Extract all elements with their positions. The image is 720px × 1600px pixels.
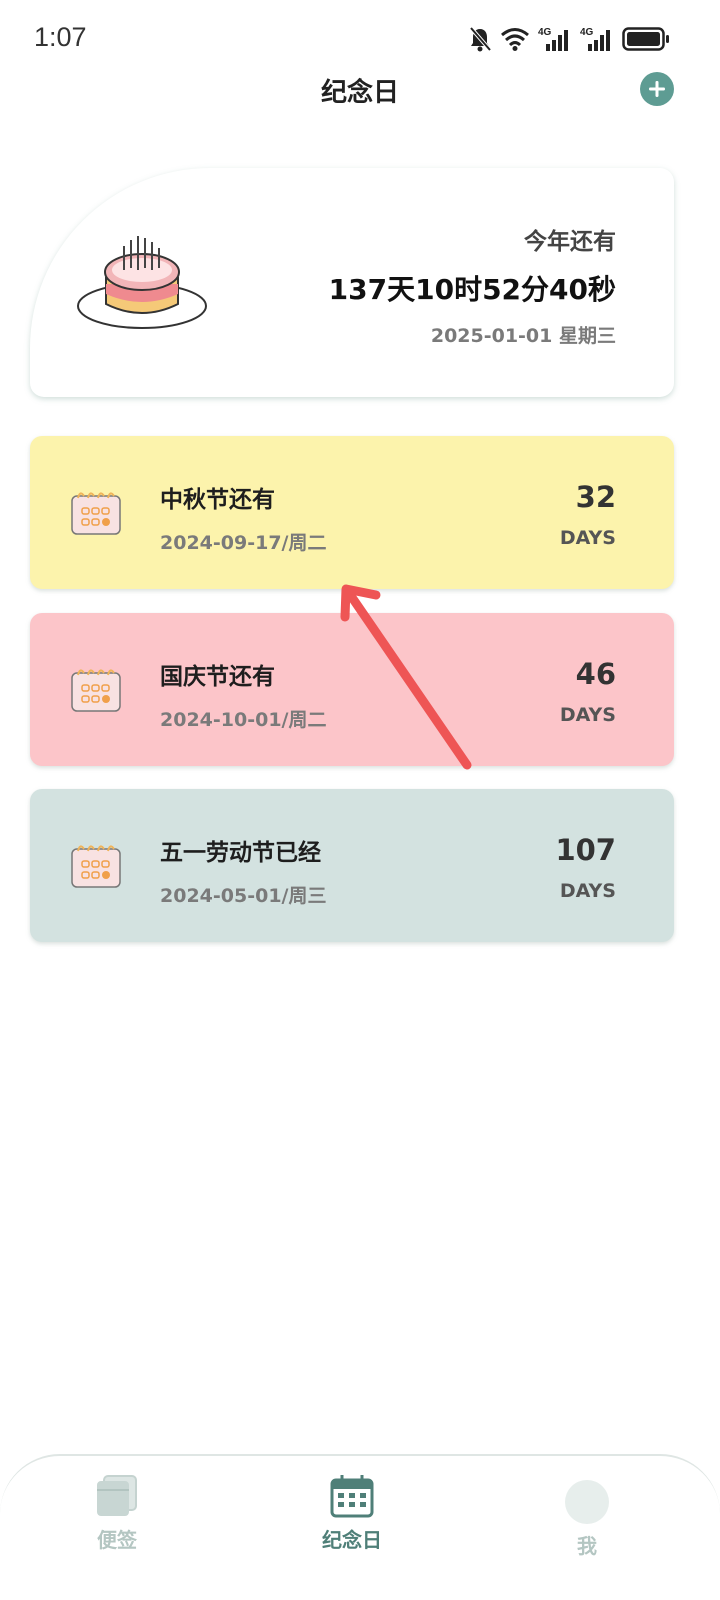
signal-4g-icon: 4G	[580, 26, 614, 52]
event-days-unit: DAYS	[559, 880, 616, 902]
birthday-cake-icon	[74, 230, 214, 344]
event-date: 2024-09-17/周二	[160, 532, 327, 554]
tab-notes[interactable]: 便签	[57, 1474, 177, 1553]
avatar-icon	[565, 1480, 609, 1524]
plus-circle-icon	[649, 81, 665, 97]
signal-4g-icon: 4G	[538, 26, 572, 52]
annotation-arrow-icon	[340, 584, 472, 770]
svg-text:4G: 4G	[538, 27, 552, 38]
status-bar: 1:07 4G 4G	[0, 0, 720, 72]
year-countdown-card[interactable]: 今年还有 137天10时52分40秒 2025-01-01 星期三	[30, 168, 674, 397]
svg-text:4G: 4G	[580, 27, 594, 38]
status-time: 1:07	[34, 22, 87, 52]
event-title: 国庆节还有	[160, 664, 275, 690]
event-days: 32	[575, 480, 616, 514]
add-button[interactable]	[640, 72, 674, 106]
event-card-labor-day[interactable]: 五一劳动节已经 2024-05-01/周三 107 DAYS	[30, 789, 674, 942]
tab-label: 便签	[97, 1528, 137, 1552]
event-card-mid-autumn[interactable]: 中秋节还有 2024-09-17/周二 32 DAYS	[30, 436, 674, 589]
event-days: 46	[575, 657, 616, 691]
event-title: 五一劳动节已经	[160, 840, 321, 866]
calendar-icon	[70, 841, 122, 895]
event-title: 中秋节还有	[160, 487, 275, 513]
wifi-icon	[500, 27, 530, 51]
status-icons: 4G 4G	[468, 24, 670, 54]
tab-me[interactable]: 我	[527, 1474, 647, 1559]
hero-date: 2025-01-01 星期三	[430, 325, 616, 347]
bell-muted-icon	[468, 26, 492, 52]
page-title: 纪念日	[320, 78, 399, 108]
event-days: 107	[555, 833, 616, 867]
event-date: 2024-10-01/周二	[160, 709, 327, 731]
event-days-unit: DAYS	[559, 704, 616, 726]
tab-label: 纪念日	[322, 1528, 382, 1552]
battery-icon	[622, 26, 670, 52]
calendar-grid-icon	[330, 1475, 374, 1518]
tab-label: 我	[577, 1534, 597, 1558]
notes-icon	[97, 1475, 137, 1516]
event-days-unit: DAYS	[559, 527, 616, 549]
calendar-icon	[70, 488, 122, 542]
calendar-icon	[70, 665, 122, 719]
event-date: 2024-05-01/周三	[160, 885, 327, 907]
bottom-nav: 便签 纪念日 我	[0, 1454, 720, 1600]
hero-countdown: 137天10时52分40秒	[328, 273, 616, 306]
hero-label: 今年还有	[524, 229, 616, 255]
tab-anniversary[interactable]: 纪念日	[292, 1474, 412, 1553]
